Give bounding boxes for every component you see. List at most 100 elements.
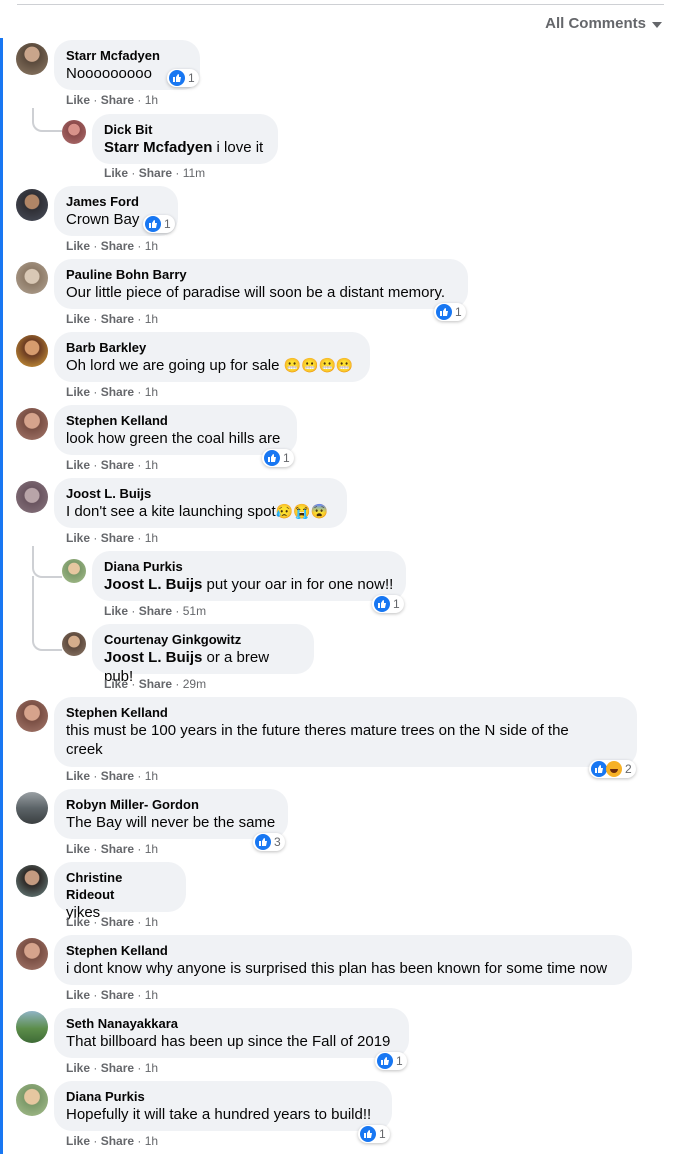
comment-author[interactable]: Christine Rideout xyxy=(66,869,174,903)
comment-author[interactable]: Pauline Bohn Barry xyxy=(66,266,456,283)
avatar[interactable] xyxy=(16,43,48,75)
comment-author[interactable]: Robyn Miller- Gordon xyxy=(66,796,276,813)
mention-link[interactable]: Joost L. Buijs xyxy=(104,576,202,593)
like-link[interactable]: Like xyxy=(66,1134,90,1148)
comment-author[interactable]: Starr Mcfadyen xyxy=(66,47,188,64)
avatar[interactable] xyxy=(62,559,86,583)
avatar[interactable] xyxy=(16,481,48,513)
avatar[interactable] xyxy=(16,792,48,824)
timestamp[interactable]: 1h xyxy=(145,1061,158,1075)
timestamp[interactable]: 1h xyxy=(145,531,158,545)
avatar[interactable] xyxy=(16,700,48,732)
reaction-count[interactable]: 3 xyxy=(253,833,285,851)
share-link[interactable]: Share xyxy=(101,312,134,326)
reaction-count[interactable]: 1 xyxy=(434,303,466,321)
timestamp[interactable]: 1h xyxy=(145,988,158,1002)
reaction-count[interactable]: 1 xyxy=(167,69,199,87)
comment-bubble: Christine Rideout yikes xyxy=(54,862,186,921)
timestamp[interactable]: 11m xyxy=(183,166,205,180)
comment-author[interactable]: Diana Purkis xyxy=(104,558,394,575)
like-link[interactable]: Like xyxy=(66,458,90,472)
comment-author[interactable]: Stephen Kelland xyxy=(66,412,285,429)
like-link[interactable]: Like xyxy=(66,93,90,107)
comment-text: Oh lord we are going up for sale 😬😬😬😬 xyxy=(66,357,354,374)
reaction-count[interactable]: 1 xyxy=(375,1052,407,1070)
comment-author[interactable]: Seth Nanayakkara xyxy=(66,1015,397,1032)
comment-author[interactable]: Diana Purkis xyxy=(66,1088,380,1105)
timestamp[interactable]: 1h xyxy=(145,239,158,253)
like-link[interactable]: Like xyxy=(66,769,90,783)
share-link[interactable]: Share xyxy=(101,842,134,856)
share-link[interactable]: Share xyxy=(101,531,134,545)
avatar[interactable] xyxy=(16,335,48,367)
comment-author[interactable]: James Ford xyxy=(66,193,166,210)
timestamp[interactable]: 1h xyxy=(145,842,158,856)
reaction-count[interactable]: 1 xyxy=(143,215,175,233)
reaction-count[interactable]: 1 xyxy=(262,449,294,467)
share-link[interactable]: Share xyxy=(101,385,134,399)
like-reaction-icon xyxy=(591,761,607,777)
share-link[interactable]: Share xyxy=(101,1061,134,1075)
avatar[interactable] xyxy=(62,632,86,656)
reaction-number: 1 xyxy=(164,217,171,231)
share-link[interactable]: Share xyxy=(101,915,134,929)
share-link[interactable]: Share xyxy=(101,988,134,1002)
reaction-count[interactable]: 1 xyxy=(372,595,404,613)
mention-link[interactable]: Joost L. Buijs xyxy=(104,649,202,666)
avatar[interactable] xyxy=(16,1084,48,1116)
like-link[interactable]: Like xyxy=(66,385,90,399)
avatar[interactable] xyxy=(16,262,48,294)
share-link[interactable]: Share xyxy=(101,458,134,472)
like-link[interactable]: Like xyxy=(104,166,128,180)
timestamp[interactable]: 1h xyxy=(145,1134,158,1148)
like-link[interactable]: Like xyxy=(66,531,90,545)
comment-author[interactable]: Barb Barkley xyxy=(66,339,358,356)
comment-author[interactable]: Stephen Kelland xyxy=(66,942,620,959)
like-link[interactable]: Like xyxy=(66,312,90,326)
share-link[interactable]: Share xyxy=(101,1134,134,1148)
timestamp[interactable]: 1h xyxy=(145,312,158,326)
like-link[interactable]: Like xyxy=(66,239,90,253)
reaction-count[interactable]: 2 xyxy=(589,760,636,778)
reaction-count[interactable]: 1 xyxy=(358,1125,390,1143)
share-link[interactable]: Share xyxy=(101,93,134,107)
like-link[interactable]: Like xyxy=(66,915,90,929)
comment-bubble: Pauline Bohn Barry Our little piece of p… xyxy=(54,259,468,309)
comment-author[interactable]: Dick Bit xyxy=(104,121,266,138)
share-link[interactable]: Share xyxy=(139,166,172,180)
avatar[interactable] xyxy=(62,120,86,144)
like-link[interactable]: Like xyxy=(66,1061,90,1075)
share-link[interactable]: Share xyxy=(139,604,172,618)
share-link[interactable]: Share xyxy=(101,239,134,253)
mention-link[interactable]: Starr Mcfadyen xyxy=(104,139,212,156)
like-link[interactable]: Like xyxy=(104,677,128,691)
comment-author[interactable]: Stephen Kelland xyxy=(66,704,625,721)
comment-author[interactable]: Courtenay Ginkgowitz xyxy=(104,631,302,648)
avatar[interactable] xyxy=(16,189,48,221)
like-link[interactable]: Like xyxy=(104,604,128,618)
avatar[interactable] xyxy=(16,865,48,897)
like-link[interactable]: Like xyxy=(66,988,90,1002)
timestamp[interactable]: 1h xyxy=(145,769,158,783)
share-link[interactable]: Share xyxy=(139,677,172,691)
like-link[interactable]: Like xyxy=(66,842,90,856)
comment-bubble: Diana Purkis Hopefully it will take a hu… xyxy=(54,1081,392,1131)
comment-author[interactable]: Joost L. Buijs xyxy=(66,485,335,502)
timestamp[interactable]: 1h xyxy=(145,385,158,399)
filter-label: All Comments xyxy=(545,15,646,32)
comment-bubble: Dick Bit Starr Mcfadyen i love it xyxy=(92,114,278,164)
avatar[interactable] xyxy=(16,408,48,440)
timestamp[interactable]: 1h xyxy=(145,915,158,929)
timestamp[interactable]: 29m xyxy=(183,677,206,691)
timestamp[interactable]: 1h xyxy=(145,93,158,107)
reply-connector xyxy=(32,546,62,578)
like-reaction-icon xyxy=(436,304,452,320)
timestamp[interactable]: 51m xyxy=(183,604,206,618)
comment-filter-dropdown[interactable]: All Comments xyxy=(545,15,662,32)
avatar[interactable] xyxy=(16,1011,48,1043)
timestamp[interactable]: 1h xyxy=(145,458,158,472)
reply-connector xyxy=(32,108,62,132)
avatar[interactable] xyxy=(16,938,48,970)
sad-emoji-icon: 😥😭😨 xyxy=(275,503,328,519)
share-link[interactable]: Share xyxy=(101,769,134,783)
